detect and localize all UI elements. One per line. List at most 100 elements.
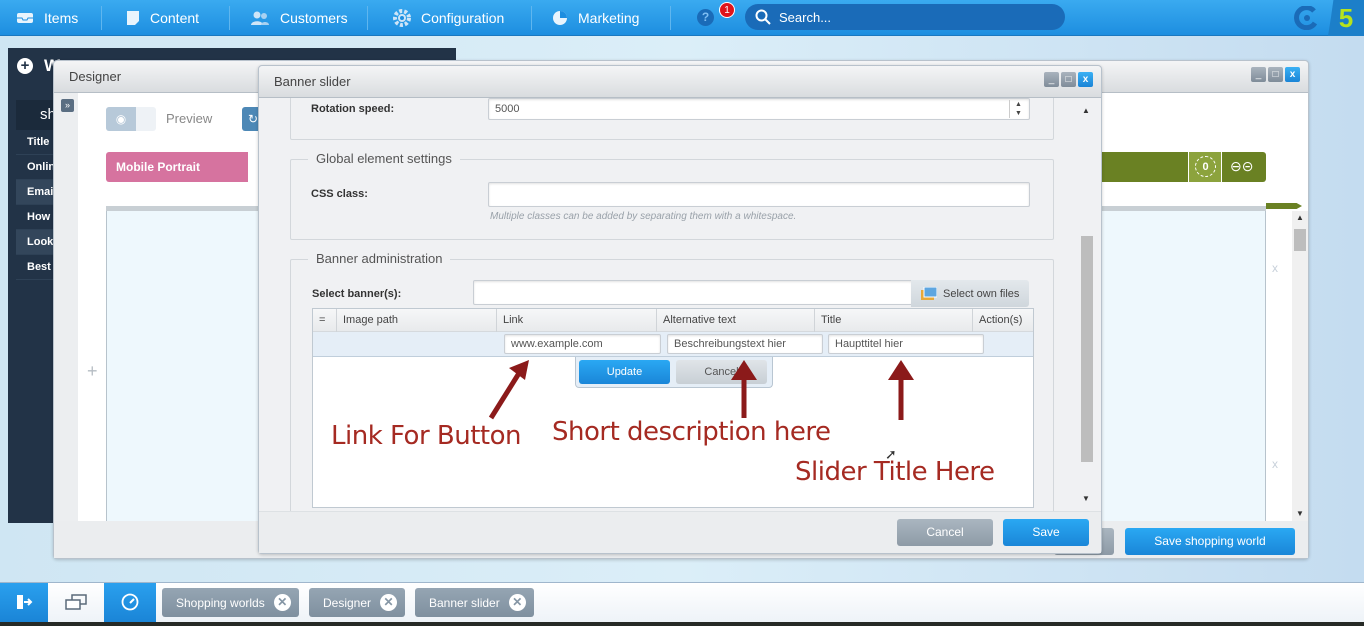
- search-input[interactable]: Search...: [745, 4, 1065, 30]
- scrollbar-thumb[interactable]: [1081, 236, 1093, 462]
- nav-divider: [531, 6, 532, 30]
- nav-divider: [101, 6, 102, 30]
- nav-customers[interactable]: Customers: [250, 0, 348, 36]
- column-handle[interactable]: =: [313, 309, 337, 332]
- expand-icon[interactable]: »: [61, 99, 74, 112]
- nav-configuration[interactable]: Configuration: [393, 0, 504, 36]
- remove-icon[interactable]: x: [1272, 457, 1278, 471]
- plus-icon[interactable]: +: [17, 58, 33, 74]
- arrow-right-icon: [1266, 203, 1302, 209]
- banner-admin-legend: Banner administration: [308, 251, 451, 266]
- brand-logo-icon: [1294, 5, 1318, 31]
- link-input[interactable]: www.example.com: [504, 334, 661, 354]
- close-icon[interactable]: ✕: [508, 594, 526, 611]
- update-button[interactable]: Update: [579, 360, 670, 384]
- task-label: Shopping worlds: [176, 595, 265, 610]
- close-icon[interactable]: x: [1285, 67, 1300, 82]
- rotation-speed-spinner[interactable]: ▲ ▼: [1009, 100, 1027, 118]
- preview-toggle[interactable]: ◉: [106, 107, 156, 131]
- column-actions[interactable]: Action(s): [973, 309, 1033, 332]
- inbox-icon: [16, 11, 34, 25]
- row-cancel-button[interactable]: Cancel: [676, 360, 767, 384]
- logout-button[interactable]: [0, 583, 48, 623]
- spin-down-icon[interactable]: ▼: [1010, 109, 1027, 118]
- select-banner-group: Select own files: [473, 280, 1030, 307]
- pie-chart-icon: [552, 10, 568, 26]
- save-shopping-world-button[interactable]: Save shopping world: [1125, 528, 1295, 555]
- scroll-up-icon[interactable]: ▲: [1296, 213, 1304, 222]
- nav-content[interactable]: Content: [126, 0, 199, 36]
- logout-icon: [15, 594, 33, 613]
- save-button[interactable]: Save: [1003, 519, 1089, 546]
- nav-marketing[interactable]: Marketing: [552, 0, 639, 36]
- title-input[interactable]: Haupttitel hier: [828, 334, 984, 354]
- rotation-speed-input[interactable]: 5000 ▲ ▼: [488, 98, 1030, 120]
- banner-slider-scrollbar[interactable]: ▲ ▼: [1079, 98, 1095, 511]
- global-settings-legend: Global element settings: [308, 151, 460, 166]
- close-icon[interactable]: ✕: [380, 594, 398, 611]
- alt-text-input[interactable]: Beschreibungstext hier: [667, 334, 823, 354]
- spin-up-icon[interactable]: ▲: [1010, 100, 1027, 109]
- nav-divider: [670, 6, 671, 30]
- rotation-speed-label: Rotation speed:: [311, 103, 395, 115]
- task-shopping-worlds[interactable]: Shopping worlds ✕: [162, 588, 299, 617]
- close-icon[interactable]: x: [1078, 72, 1093, 87]
- scrollbar-thumb[interactable]: [1294, 229, 1306, 251]
- annotation-link: Link For Button: [331, 421, 522, 451]
- nav-items[interactable]: Items: [16, 0, 78, 36]
- os-taskbar-strip: [0, 622, 1364, 626]
- close-icon[interactable]: ✕: [273, 594, 291, 611]
- designer-scrollbar[interactable]: ▲ ▼: [1292, 211, 1308, 521]
- maximize-icon[interactable]: □: [1268, 67, 1283, 82]
- device-desktop-bar[interactable]: 0 ⊖⊝: [1102, 152, 1266, 182]
- grid-header: = Image path Link Alternative text Title…: [313, 309, 1033, 332]
- banner-slider-footer: Cancel Save: [259, 511, 1101, 553]
- nav-configuration-label: Configuration: [421, 10, 505, 26]
- task-designer[interactable]: Designer ✕: [309, 588, 406, 617]
- notification-badge[interactable]: 1: [719, 2, 735, 18]
- preview-label: Preview: [166, 111, 213, 126]
- annotation-description: Short description here: [552, 417, 831, 447]
- eye-icon: ◉: [106, 107, 136, 131]
- nav-content-label: Content: [150, 10, 200, 26]
- select-banner-input[interactable]: [473, 280, 913, 305]
- remove-icon[interactable]: x: [1272, 261, 1278, 275]
- top-navigation-bar: Items Content Customers Configuration Ma…: [0, 0, 1364, 36]
- grid-edit-row: www.example.com Beschreibungstext hier H…: [313, 332, 1033, 357]
- scroll-down-icon[interactable]: ▼: [1296, 509, 1304, 518]
- counter-value: 0: [1195, 156, 1216, 177]
- column-link[interactable]: Link: [497, 309, 657, 332]
- column-title[interactable]: Title: [815, 309, 973, 332]
- task-banner-slider[interactable]: Banner slider ✕: [415, 588, 534, 617]
- search-icon: [755, 9, 779, 25]
- css-class-input[interactable]: [488, 182, 1030, 207]
- device-mobile-portrait[interactable]: Mobile Portrait: [106, 152, 248, 182]
- select-own-files-label: Select own files: [943, 287, 1020, 300]
- maximize-icon[interactable]: □: [1061, 72, 1076, 87]
- select-own-files-button[interactable]: Select own files: [911, 280, 1029, 307]
- css-class-label: CSS class:: [311, 188, 368, 200]
- banner-slider-content: Rotation speed: 5000 ▲ ▼ Global element …: [259, 98, 1101, 511]
- column-alt-text[interactable]: Alternative text: [657, 309, 815, 332]
- nav-items-label: Items: [44, 10, 79, 26]
- brand-mark[interactable]: 5: [1328, 0, 1364, 36]
- dashboard-button[interactable]: [104, 583, 156, 623]
- cancel-button[interactable]: Cancel: [897, 519, 993, 546]
- select-banner-label: Select banner(s):: [312, 288, 402, 300]
- help-icon[interactable]: ?: [697, 9, 714, 26]
- task-label: Designer: [323, 595, 372, 610]
- nav-divider: [229, 6, 230, 30]
- users-icon: [250, 11, 270, 25]
- scroll-up-icon[interactable]: ▲: [1082, 106, 1090, 115]
- add-row-icon[interactable]: +: [87, 361, 98, 382]
- link-icon[interactable]: ⊖⊝: [1230, 158, 1253, 175]
- designer-window-controls: _ □ x: [1251, 67, 1300, 82]
- minimize-icon[interactable]: _: [1044, 72, 1059, 87]
- scroll-down-icon[interactable]: ▼: [1082, 494, 1090, 503]
- nav-marketing-label: Marketing: [578, 10, 640, 26]
- banner-slider-title[interactable]: Banner slider: [259, 66, 1101, 98]
- windows-button[interactable]: [48, 583, 104, 623]
- minimize-icon[interactable]: _: [1251, 67, 1266, 82]
- css-class-hint: Multiple classes can be added by separat…: [490, 211, 797, 222]
- column-image-path[interactable]: Image path: [337, 309, 497, 332]
